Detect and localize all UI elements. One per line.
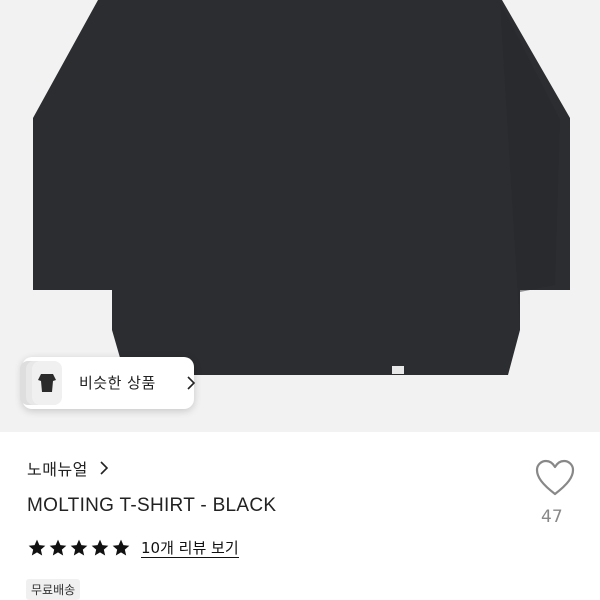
view-reviews-link[interactable]: 10개 리뷰 보기: [141, 539, 239, 558]
star-icon: [91, 539, 109, 556]
free-shipping-badge: 무료배송: [26, 579, 81, 600]
rating-stars: [27, 538, 131, 558]
star-icon: [70, 539, 88, 556]
like-count: 47: [541, 507, 563, 527]
product-info: 노매뉴얼 MOLTING T-SHIRT - BLACK 10개 리뷰 보기 무…: [0, 432, 600, 600]
product-title: MOLTING T-SHIRT - BLACK: [27, 495, 277, 516]
similar-products-label: 비슷한 상품: [79, 374, 156, 392]
brand-name: 노매뉴얼: [27, 460, 88, 479]
chevron-right-icon: [187, 376, 195, 390]
rating-row: 10개 리뷰 보기: [27, 538, 239, 558]
star-icon: [28, 539, 46, 556]
shirt-label-tag: [392, 366, 404, 374]
similar-thumbnails: [20, 361, 64, 405]
like-button[interactable]: [534, 458, 576, 498]
star-icon: [49, 539, 67, 556]
heart-icon: [535, 459, 575, 496]
chevron-right-icon: [100, 461, 108, 475]
brand-link[interactable]: 노매뉴얼: [27, 456, 108, 480]
similar-products-button[interactable]: 비슷한 상품: [20, 357, 195, 409]
similar-thumbnail: [32, 361, 62, 405]
star-icon: [112, 539, 130, 556]
product-image[interactable]: 비슷한 상품: [0, 0, 600, 432]
